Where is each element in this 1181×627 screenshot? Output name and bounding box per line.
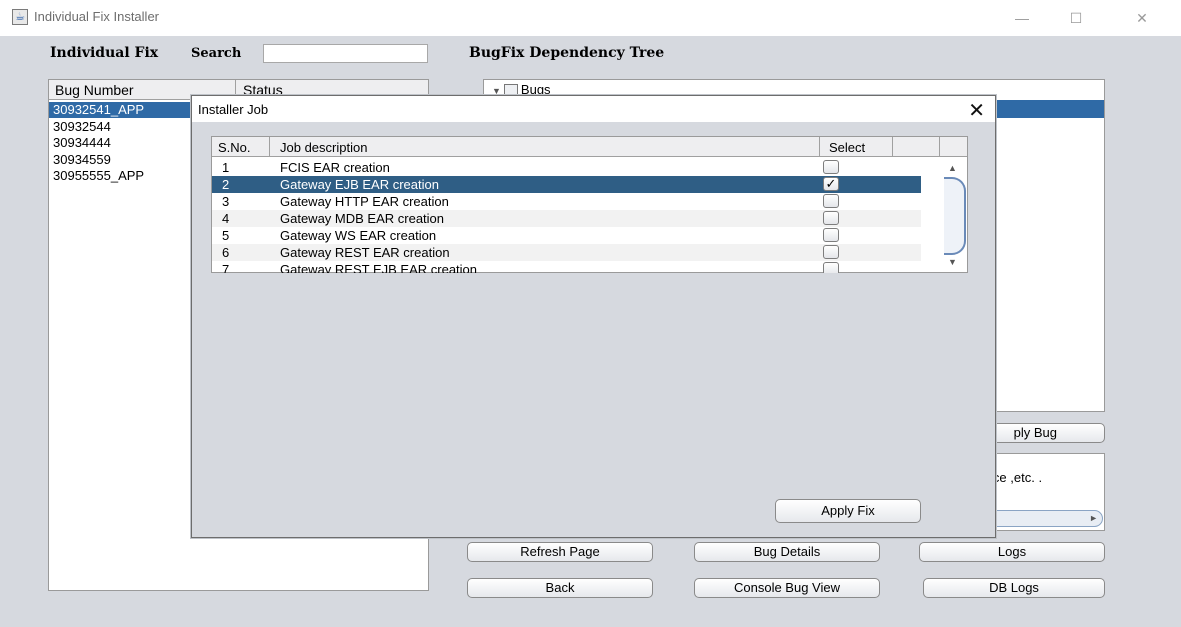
job-number: 2 [222, 177, 230, 192]
job-row[interactable]: 3 Gateway HTTP EAR creation [212, 193, 921, 210]
column-sno[interactable]: S.No. [218, 140, 251, 155]
column-select[interactable]: Select [829, 140, 865, 155]
window-title: Individual Fix Installer [34, 9, 159, 24]
app-icon: ☕ [12, 9, 28, 25]
search-label: Search [191, 46, 242, 61]
job-description: FCIS EAR creation [280, 160, 390, 175]
job-table-header: S.No. Job description Select [212, 137, 967, 157]
installer-job-dialog: Installer Job ✕ S.No. Job description Se… [191, 95, 996, 538]
scroll-right-icon[interactable]: ► [1089, 513, 1098, 523]
column-job-description[interactable]: Job description [280, 140, 367, 155]
scroll-down-icon[interactable]: ▼ [948, 257, 957, 267]
job-select-checkbox[interactable]: ✓ [823, 177, 839, 191]
job-row[interactable]: 2 Gateway EJB EAR creation ✓ [212, 176, 921, 193]
horizontal-scrollbar[interactable]: ► [989, 510, 1103, 527]
job-description: Gateway HTTP EAR creation [280, 194, 449, 209]
job-number: 5 [222, 228, 230, 243]
bug-details-button[interactable]: Bug Details [694, 542, 880, 562]
job-number: 1 [222, 160, 230, 175]
maximize-icon[interactable]: ☐ [1058, 6, 1094, 30]
job-select-checkbox[interactable] [823, 160, 839, 174]
job-select-checkbox[interactable] [823, 228, 839, 242]
job-table[interactable]: S.No. Job description Select 1 FCIS EAR … [211, 136, 968, 273]
logs-button[interactable]: Logs [919, 542, 1105, 562]
minimize-icon[interactable]: — [1004, 6, 1040, 30]
column-bug-number[interactable]: Bug Number [55, 82, 134, 98]
job-number: 4 [222, 211, 230, 226]
job-description: Gateway WS EAR creation [280, 228, 437, 243]
job-row[interactable]: 4 Gateway MDB EAR creation [212, 210, 921, 227]
job-number: 3 [222, 194, 230, 209]
console-bug-view-button[interactable]: Console Bug View [694, 578, 880, 598]
search-input[interactable] [263, 44, 428, 63]
job-description: Gateway MDB EAR creation [280, 211, 445, 226]
job-select-checkbox[interactable] [823, 194, 839, 208]
dialog-title: Installer Job [198, 102, 269, 117]
window-titlebar: ☕ Individual Fix Installer — ☐ ✕ [0, 0, 1181, 36]
refresh-page-button[interactable]: Refresh Page [467, 542, 653, 562]
job-row[interactable]: 6 Gateway REST EAR creation [212, 244, 921, 261]
individual-fix-heading: Individual Fix [50, 45, 159, 61]
dependency-tree-heading: BugFix Dependency Tree [469, 45, 665, 61]
db-logs-button[interactable]: DB Logs [923, 578, 1105, 598]
job-table-scrollbar[interactable]: ▲ ▼ [942, 159, 967, 271]
job-select-checkbox[interactable] [823, 211, 839, 225]
folder-icon [503, 84, 518, 95]
scroll-thumb[interactable] [944, 177, 966, 255]
job-row[interactable]: 7 Gateway REST EJB EAR creation [212, 261, 921, 273]
job-description: Gateway EJB EAR creation [280, 177, 439, 192]
job-number: 7 [222, 262, 230, 273]
dialog-titlebar: Installer Job ✕ [192, 96, 995, 122]
job-description: Gateway REST EJB EAR creation [280, 262, 478, 273]
back-button[interactable]: Back [467, 578, 653, 598]
job-select-checkbox[interactable] [823, 262, 839, 273]
job-select-checkbox[interactable] [823, 245, 839, 259]
close-window-icon[interactable]: ✕ [1124, 6, 1160, 30]
job-number: 6 [222, 245, 230, 260]
dialog-close-icon[interactable]: ✕ [968, 98, 985, 123]
apply-fix-button[interactable]: Apply Fix [775, 499, 921, 523]
job-row[interactable]: 5 Gateway WS EAR creation [212, 227, 921, 244]
scroll-up-icon[interactable]: ▲ [948, 163, 957, 173]
job-description: Gateway REST EAR creation [280, 245, 450, 260]
job-row[interactable]: 1 FCIS EAR creation [212, 159, 921, 176]
